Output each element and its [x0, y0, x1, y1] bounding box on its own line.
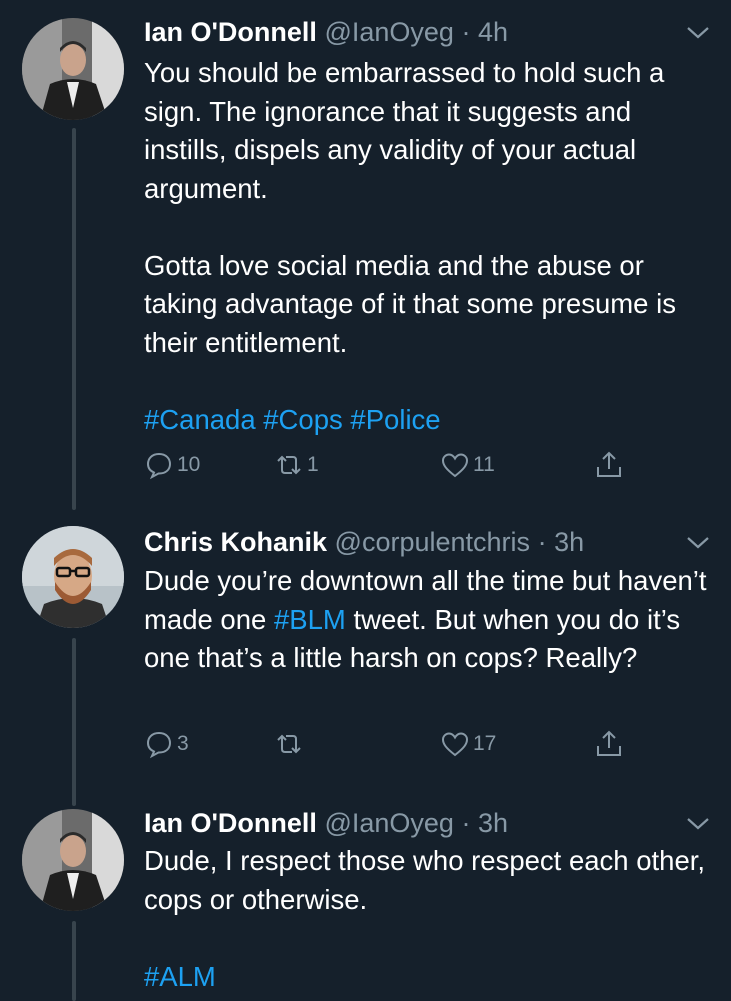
tweet-header: Ian O'Donnell @IanOyeg · 3h [144, 805, 508, 841]
thread-line [72, 128, 76, 510]
like-button[interactable]: 11 [440, 450, 495, 480]
tweet[interactable]: Ian O'Donnell @IanOyeg · 3h Dude, I resp… [0, 795, 731, 1001]
timestamp[interactable]: 4h [478, 17, 508, 47]
tweet-text: Dude, I respect those who respect each o… [144, 842, 714, 996]
display-name[interactable]: Chris Kohanik [144, 527, 327, 557]
share-button[interactable] [594, 450, 627, 480]
tweet-paragraph: Dude, I respect those who respect each o… [144, 845, 706, 915]
retweet-count: 1 [307, 453, 319, 476]
like-count: 11 [473, 453, 495, 476]
tweet[interactable]: Chris Kohanik @corpulentchris · 3h Dude … [0, 505, 731, 806]
hashtag[interactable]: #Police [350, 404, 440, 435]
tweet-actions: 3 17 [144, 729, 644, 765]
hashtag[interactable]: #ALM [144, 961, 216, 992]
separator: · [461, 808, 471, 838]
chevron-down-icon[interactable] [685, 813, 711, 833]
tweet-header: Chris Kohanik @corpulentchris · 3h [144, 524, 584, 560]
reply-count: 10 [177, 453, 201, 476]
retweet-icon [277, 455, 301, 475]
hashtag[interactable]: #BLM [274, 604, 346, 635]
tweet-paragraph: Gotta love social media and the abuse or… [144, 249, 676, 358]
avatar[interactable] [22, 809, 124, 911]
reply-count: 3 [177, 732, 189, 755]
retweet-icon [277, 734, 301, 754]
tweet-header: Ian O'Donnell @IanOyeg · 4h [144, 14, 508, 50]
thread-line [72, 638, 76, 806]
handle[interactable]: @IanOyeg [324, 808, 453, 838]
tweet[interactable]: Ian O'Donnell @IanOyeg · 4h You should b… [0, 0, 731, 510]
reply-icon [146, 731, 172, 759]
heart-icon [441, 732, 469, 757]
heart-icon [441, 453, 469, 478]
like-button[interactable]: 17 [440, 729, 496, 759]
display-name[interactable]: Ian O'Donnell [144, 17, 317, 47]
separator: · [537, 527, 547, 557]
hashtag-line: #Canada #Cops #Police [144, 401, 714, 440]
thread-line [72, 921, 76, 1001]
tweet-text: Dude you’re downtown all the time but ha… [144, 562, 709, 678]
display-name[interactable]: Ian O'Donnell [144, 808, 317, 838]
hashtag-line: #ALM [144, 958, 714, 997]
handle[interactable]: @IanOyeg [324, 17, 453, 47]
timestamp[interactable]: 3h [478, 808, 508, 838]
retweet-button[interactable] [274, 729, 307, 759]
tweet-paragraph: Dude you’re downtown all the time but ha… [144, 562, 709, 678]
tweet-actions: 10 1 11 [144, 450, 644, 486]
tweet-paragraph: You should be embarrassed to hold such a… [144, 57, 665, 204]
chevron-down-icon[interactable] [685, 532, 711, 552]
share-icon [597, 730, 621, 756]
reply-icon [146, 452, 172, 480]
hashtag[interactable]: #Canada [144, 404, 256, 435]
avatar[interactable] [22, 18, 124, 120]
timestamp[interactable]: 3h [554, 527, 584, 557]
share-button[interactable] [594, 729, 627, 759]
hashtag[interactable]: #Cops [263, 404, 343, 435]
separator: · [461, 17, 471, 47]
handle[interactable]: @corpulentchris [335, 527, 531, 557]
share-icon [597, 451, 621, 477]
like-count: 17 [473, 732, 497, 755]
reply-button[interactable]: 10 [144, 450, 200, 480]
retweet-button[interactable]: 1 [274, 450, 319, 480]
avatar[interactable] [22, 526, 124, 628]
tweet-text: You should be embarrassed to hold such a… [144, 54, 714, 439]
reply-button[interactable]: 3 [144, 729, 189, 759]
chevron-down-icon[interactable] [685, 22, 711, 42]
